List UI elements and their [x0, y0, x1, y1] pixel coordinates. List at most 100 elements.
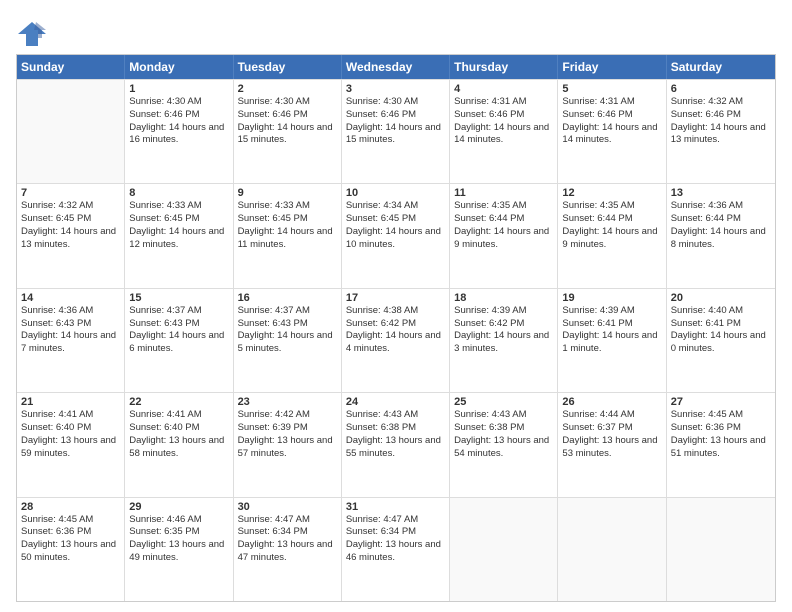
- day-number: 15: [129, 292, 228, 304]
- calendar-cell: 28Sunrise: 4:45 AM Sunset: 6:36 PM Dayli…: [17, 498, 125, 601]
- calendar: SundayMondayTuesdayWednesdayThursdayFrid…: [16, 54, 776, 602]
- day-number: 1: [129, 83, 228, 95]
- calendar-cell: 2Sunrise: 4:30 AM Sunset: 6:46 PM Daylig…: [234, 80, 342, 183]
- day-number: 12: [562, 187, 661, 199]
- day-number: 26: [562, 396, 661, 408]
- day-detail: Sunrise: 4:30 AM Sunset: 6:46 PM Dayligh…: [346, 96, 445, 147]
- day-number: 19: [562, 292, 661, 304]
- calendar-cell: 30Sunrise: 4:47 AM Sunset: 6:34 PM Dayli…: [234, 498, 342, 601]
- calendar-cell: 11Sunrise: 4:35 AM Sunset: 6:44 PM Dayli…: [450, 184, 558, 287]
- day-detail: Sunrise: 4:45 AM Sunset: 6:36 PM Dayligh…: [21, 514, 120, 565]
- header-day-monday: Monday: [125, 55, 233, 79]
- day-detail: Sunrise: 4:46 AM Sunset: 6:35 PM Dayligh…: [129, 514, 228, 565]
- day-detail: Sunrise: 4:38 AM Sunset: 6:42 PM Dayligh…: [346, 305, 445, 356]
- day-number: 11: [454, 187, 553, 199]
- day-detail: Sunrise: 4:45 AM Sunset: 6:36 PM Dayligh…: [671, 409, 771, 460]
- logo: [16, 20, 50, 48]
- calendar-row-1: 7Sunrise: 4:32 AM Sunset: 6:45 PM Daylig…: [17, 183, 775, 287]
- calendar-cell: 6Sunrise: 4:32 AM Sunset: 6:46 PM Daylig…: [667, 80, 775, 183]
- calendar-cell: [667, 498, 775, 601]
- day-detail: Sunrise: 4:31 AM Sunset: 6:46 PM Dayligh…: [454, 96, 553, 147]
- day-number: 24: [346, 396, 445, 408]
- day-detail: Sunrise: 4:43 AM Sunset: 6:38 PM Dayligh…: [346, 409, 445, 460]
- day-detail: Sunrise: 4:41 AM Sunset: 6:40 PM Dayligh…: [21, 409, 120, 460]
- day-number: 21: [21, 396, 120, 408]
- day-detail: Sunrise: 4:39 AM Sunset: 6:41 PM Dayligh…: [562, 305, 661, 356]
- calendar-cell: 8Sunrise: 4:33 AM Sunset: 6:45 PM Daylig…: [125, 184, 233, 287]
- day-number: 23: [238, 396, 337, 408]
- day-detail: Sunrise: 4:33 AM Sunset: 6:45 PM Dayligh…: [238, 200, 337, 251]
- calendar-cell: 9Sunrise: 4:33 AM Sunset: 6:45 PM Daylig…: [234, 184, 342, 287]
- day-number: 2: [238, 83, 337, 95]
- day-detail: Sunrise: 4:39 AM Sunset: 6:42 PM Dayligh…: [454, 305, 553, 356]
- calendar-cell: 15Sunrise: 4:37 AM Sunset: 6:43 PM Dayli…: [125, 289, 233, 392]
- day-detail: Sunrise: 4:42 AM Sunset: 6:39 PM Dayligh…: [238, 409, 337, 460]
- day-number: 6: [671, 83, 771, 95]
- calendar-cell: 25Sunrise: 4:43 AM Sunset: 6:38 PM Dayli…: [450, 393, 558, 496]
- day-number: 9: [238, 187, 337, 199]
- day-detail: Sunrise: 4:40 AM Sunset: 6:41 PM Dayligh…: [671, 305, 771, 356]
- header-day-thursday: Thursday: [450, 55, 558, 79]
- day-detail: Sunrise: 4:36 AM Sunset: 6:44 PM Dayligh…: [671, 200, 771, 251]
- day-detail: Sunrise: 4:37 AM Sunset: 6:43 PM Dayligh…: [238, 305, 337, 356]
- day-detail: Sunrise: 4:47 AM Sunset: 6:34 PM Dayligh…: [238, 514, 337, 565]
- day-detail: Sunrise: 4:30 AM Sunset: 6:46 PM Dayligh…: [129, 96, 228, 147]
- day-number: 13: [671, 187, 771, 199]
- day-number: 30: [238, 501, 337, 513]
- day-number: 10: [346, 187, 445, 199]
- calendar-row-0: 1Sunrise: 4:30 AM Sunset: 6:46 PM Daylig…: [17, 79, 775, 183]
- calendar-cell: 21Sunrise: 4:41 AM Sunset: 6:40 PM Dayli…: [17, 393, 125, 496]
- calendar-cell: 4Sunrise: 4:31 AM Sunset: 6:46 PM Daylig…: [450, 80, 558, 183]
- day-detail: Sunrise: 4:35 AM Sunset: 6:44 PM Dayligh…: [562, 200, 661, 251]
- calendar-cell: 20Sunrise: 4:40 AM Sunset: 6:41 PM Dayli…: [667, 289, 775, 392]
- calendar-cell: 22Sunrise: 4:41 AM Sunset: 6:40 PM Dayli…: [125, 393, 233, 496]
- day-number: 5: [562, 83, 661, 95]
- day-detail: Sunrise: 4:37 AM Sunset: 6:43 PM Dayligh…: [129, 305, 228, 356]
- calendar-cell: 29Sunrise: 4:46 AM Sunset: 6:35 PM Dayli…: [125, 498, 233, 601]
- day-number: 17: [346, 292, 445, 304]
- day-detail: Sunrise: 4:41 AM Sunset: 6:40 PM Dayligh…: [129, 409, 228, 460]
- day-number: 20: [671, 292, 771, 304]
- calendar-cell: 17Sunrise: 4:38 AM Sunset: 6:42 PM Dayli…: [342, 289, 450, 392]
- header-day-wednesday: Wednesday: [342, 55, 450, 79]
- day-detail: Sunrise: 4:47 AM Sunset: 6:34 PM Dayligh…: [346, 514, 445, 565]
- header: [16, 16, 776, 48]
- calendar-cell: [558, 498, 666, 601]
- day-number: 25: [454, 396, 553, 408]
- calendar-cell: 27Sunrise: 4:45 AM Sunset: 6:36 PM Dayli…: [667, 393, 775, 496]
- calendar-cell: 7Sunrise: 4:32 AM Sunset: 6:45 PM Daylig…: [17, 184, 125, 287]
- day-detail: Sunrise: 4:35 AM Sunset: 6:44 PM Dayligh…: [454, 200, 553, 251]
- day-number: 3: [346, 83, 445, 95]
- day-number: 22: [129, 396, 228, 408]
- day-number: 18: [454, 292, 553, 304]
- calendar-cell: 3Sunrise: 4:30 AM Sunset: 6:46 PM Daylig…: [342, 80, 450, 183]
- calendar-cell: 1Sunrise: 4:30 AM Sunset: 6:46 PM Daylig…: [125, 80, 233, 183]
- day-number: 27: [671, 396, 771, 408]
- day-detail: Sunrise: 4:31 AM Sunset: 6:46 PM Dayligh…: [562, 96, 661, 147]
- calendar-header: SundayMondayTuesdayWednesdayThursdayFrid…: [17, 55, 775, 79]
- header-day-tuesday: Tuesday: [234, 55, 342, 79]
- day-detail: Sunrise: 4:43 AM Sunset: 6:38 PM Dayligh…: [454, 409, 553, 460]
- day-detail: Sunrise: 4:36 AM Sunset: 6:43 PM Dayligh…: [21, 305, 120, 356]
- day-number: 31: [346, 501, 445, 513]
- calendar-row-4: 28Sunrise: 4:45 AM Sunset: 6:36 PM Dayli…: [17, 497, 775, 601]
- day-number: 14: [21, 292, 120, 304]
- day-detail: Sunrise: 4:34 AM Sunset: 6:45 PM Dayligh…: [346, 200, 445, 251]
- calendar-cell: 5Sunrise: 4:31 AM Sunset: 6:46 PM Daylig…: [558, 80, 666, 183]
- calendar-row-2: 14Sunrise: 4:36 AM Sunset: 6:43 PM Dayli…: [17, 288, 775, 392]
- calendar-cell: 18Sunrise: 4:39 AM Sunset: 6:42 PM Dayli…: [450, 289, 558, 392]
- day-detail: Sunrise: 4:30 AM Sunset: 6:46 PM Dayligh…: [238, 96, 337, 147]
- day-detail: Sunrise: 4:32 AM Sunset: 6:45 PM Dayligh…: [21, 200, 120, 251]
- day-number: 29: [129, 501, 228, 513]
- day-detail: Sunrise: 4:33 AM Sunset: 6:45 PM Dayligh…: [129, 200, 228, 251]
- day-detail: Sunrise: 4:44 AM Sunset: 6:37 PM Dayligh…: [562, 409, 661, 460]
- day-number: 7: [21, 187, 120, 199]
- calendar-cell: 13Sunrise: 4:36 AM Sunset: 6:44 PM Dayli…: [667, 184, 775, 287]
- day-number: 16: [238, 292, 337, 304]
- day-number: 4: [454, 83, 553, 95]
- calendar-cell: 14Sunrise: 4:36 AM Sunset: 6:43 PM Dayli…: [17, 289, 125, 392]
- calendar-cell: 23Sunrise: 4:42 AM Sunset: 6:39 PM Dayli…: [234, 393, 342, 496]
- calendar-cell: [17, 80, 125, 183]
- calendar-cell: 24Sunrise: 4:43 AM Sunset: 6:38 PM Dayli…: [342, 393, 450, 496]
- calendar-cell: 26Sunrise: 4:44 AM Sunset: 6:37 PM Dayli…: [558, 393, 666, 496]
